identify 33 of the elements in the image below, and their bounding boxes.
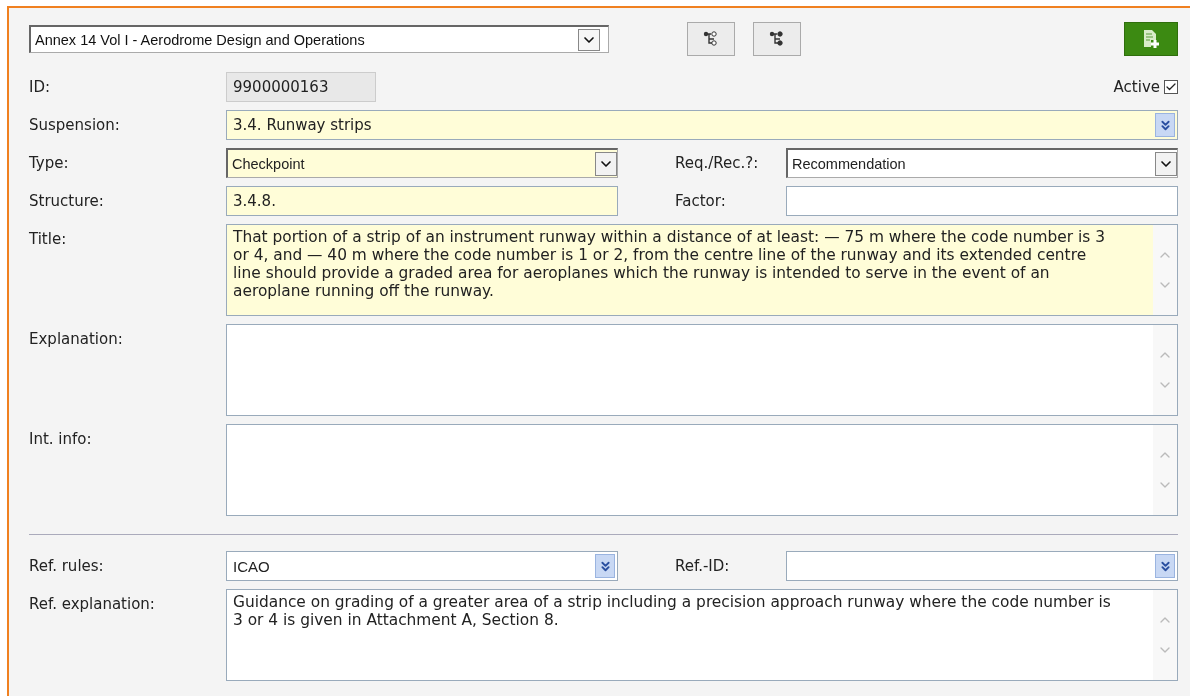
id-field: 9900000163 [226,72,376,102]
combo-field[interactable]: ICAO [226,551,618,581]
add-document-icon [1142,29,1160,49]
active-label: Active [1113,78,1160,96]
field-label: Int. info: [29,429,93,448]
field-label: ID: [29,77,52,96]
select-field[interactable]: Checkpoint [226,148,618,178]
text-area[interactable] [226,324,1178,416]
field-label: Ref. rules: [29,556,105,575]
field-label: Structure: [29,191,105,210]
text-area[interactable] [226,424,1178,516]
active-checkbox[interactable] [1164,80,1178,94]
field-label: Factor: [674,191,727,210]
field-label: Req./Rec.?: [674,153,760,172]
field-label: Ref.-ID: [674,556,731,575]
text-area[interactable]: That portion of a strip of an instrument runway within a distance of at least: — 75 m where the code number is 3 or 4, and — 40 m where the code number is 1 or 2, from the centre line of the runway and its extended centre line should provide a graded area for aeroplanes which the runway is intended to serve in the event of an aeroplane running off the runway. [226,224,1178,316]
tree-button[interactable] [687,22,735,56]
tree-icon [769,31,785,47]
field-label: Suspension: [29,115,121,134]
field-label: Title: [29,229,68,248]
tree-button[interactable] [753,22,801,56]
field-label: Ref. explanation: [29,594,156,613]
text-area[interactable]: Guidance on grading of a greater area of a strip including a precision approach runway where the code number is 3 or 4 is given in Attachment A, Section 8. [226,589,1178,681]
text-field[interactable]: 3.4.8. [226,186,618,216]
field-label: Explanation: [29,329,124,348]
combo-field[interactable] [786,551,1178,581]
select-field[interactable]: Recommendation [786,148,1178,178]
add-document-button[interactable] [1124,22,1178,56]
combo-field[interactable]: 3.4. Runway strips [226,110,1178,140]
field-label: Type: [29,153,70,172]
document-select[interactable]: Annex 14 Vol I - Aerodrome Design and Operations [29,25,609,53]
text-field[interactable] [786,186,1178,216]
tree-icon [703,31,719,47]
